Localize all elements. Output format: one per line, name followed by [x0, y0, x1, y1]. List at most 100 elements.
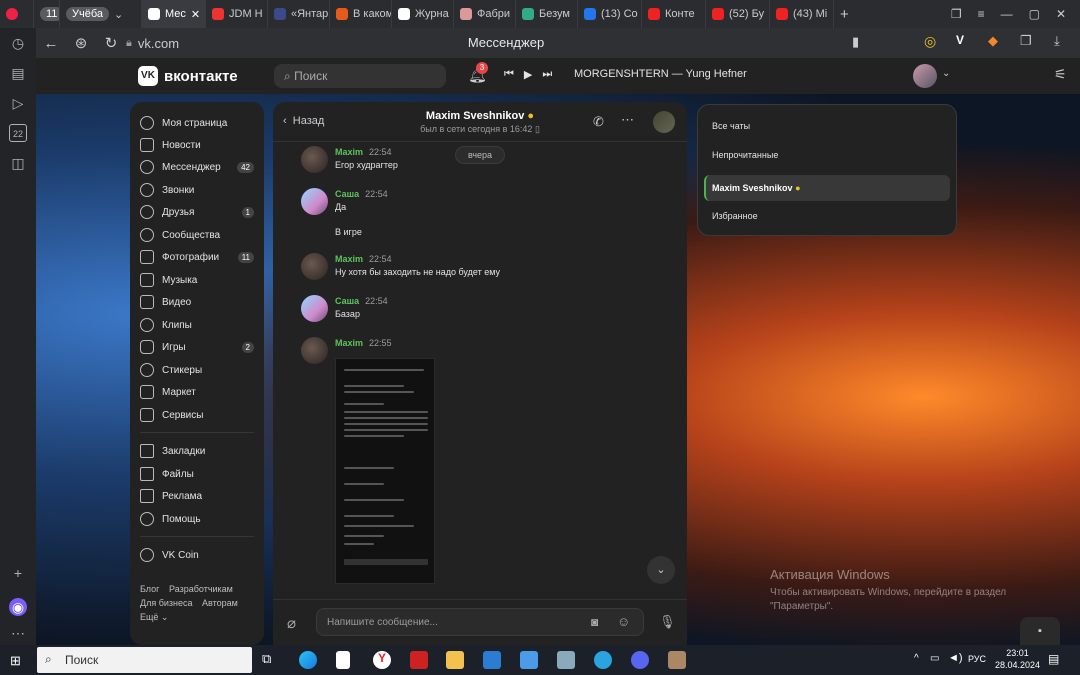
tab-item[interactable]: Журна [392, 0, 454, 28]
file-icon[interactable] [336, 651, 350, 669]
camera-icon[interactable]: ◙ [591, 615, 598, 629]
mail-icon[interactable] [483, 651, 501, 669]
settings-sliders-icon[interactable]: ⚟ [1054, 66, 1067, 83]
app-icon[interactable] [410, 651, 428, 669]
filter-contact-maxim[interactable]: Maxim Sveshnikov ● [712, 183, 801, 193]
menu-item-messenger[interactable]: Мессенджер 42 [140, 160, 254, 174]
photos-app-icon[interactable] [557, 651, 575, 669]
emoji-icon[interactable]: ☺ [617, 614, 630, 629]
avatar[interactable] [301, 146, 328, 173]
footer-link-authors[interactable]: Авторам [202, 598, 238, 608]
task-view-icon[interactable]: ⧉ [262, 651, 280, 669]
vk-logo[interactable]: VK вконтакте [138, 66, 238, 86]
tab-item[interactable]: (13) Co [578, 0, 642, 28]
alice-icon[interactable]: ◉ [9, 598, 27, 616]
avatar[interactable] [301, 295, 328, 322]
menu-item-files[interactable]: Файлы [140, 467, 254, 481]
menu-item-photos[interactable]: Фотографии 11 [140, 250, 254, 264]
taskbar-search-input[interactable]: ⌕ Поиск [37, 647, 252, 673]
menu-item-my-page[interactable]: Моя страница [140, 116, 254, 130]
menu-icon[interactable]: ≡ [978, 7, 985, 21]
folder-icon[interactable] [446, 651, 464, 669]
tab-item[interactable]: «Янтар [268, 0, 330, 28]
play-icon[interactable]: ▷ [9, 94, 27, 112]
volume-icon[interactable]: ◄) [948, 652, 963, 664]
next-track-icon[interactable]: ⏭ [542, 68, 552, 81]
menu-item-services[interactable]: Сервисы [140, 408, 254, 422]
minimize-icon[interactable]: — [1001, 7, 1013, 21]
message-author[interactable]: Саша 22:54 [335, 189, 388, 199]
footer-link-devs[interactable]: Разработчикам [169, 584, 233, 594]
avatar[interactable] [301, 337, 328, 364]
now-playing[interactable]: MORGENSHTERN — Yung Hefner [574, 68, 747, 80]
close-window-icon[interactable]: ✕ [1056, 7, 1066, 21]
filter-all-chats[interactable]: Все чаты [712, 121, 750, 131]
yandex-browser-icon[interactable]: Y [373, 651, 391, 669]
avatar[interactable] [301, 253, 328, 280]
menu-item-ads[interactable]: Реклама [140, 489, 254, 503]
menu-item-games[interactable]: Игры 2 [140, 340, 254, 354]
menu-item-market[interactable]: Маркет [140, 385, 254, 399]
new-tab-button[interactable]: + [834, 0, 864, 28]
tray-chevron-up-icon[interactable]: ^ [914, 653, 919, 664]
fox-extension-icon[interactable]: ◆ [988, 33, 998, 49]
menu-item-friends[interactable]: Друзья 1 [140, 205, 254, 219]
message-author[interactable]: Maxim 22:54 [335, 147, 392, 157]
battery-icon[interactable]: ▭ [930, 653, 939, 664]
calendar-icon[interactable]: 22 [9, 124, 27, 142]
download-icon[interactable]: ⤓ [1054, 33, 1060, 49]
footer-link-blog[interactable]: Блог [140, 584, 159, 594]
vk-extension-icon[interactable]: V [956, 33, 964, 47]
telegram-icon[interactable] [594, 651, 612, 669]
system-clock[interactable]: 23:01 28.04.2024 [995, 647, 1040, 671]
tab-item[interactable]: Фабри [454, 0, 516, 28]
chat-bubble-icon[interactable]: ▪ [1020, 617, 1060, 645]
footer-link-more[interactable]: Ещё ⌄ [140, 612, 168, 623]
edge-icon[interactable] [299, 651, 317, 669]
tabs-icon[interactable]: ❐ [951, 7, 962, 21]
windows-start-icon[interactable]: ⊞ [10, 653, 21, 669]
notifications-icon[interactable]: ▤ [1048, 652, 1059, 666]
message-author[interactable]: Саша 22:54 [335, 296, 388, 306]
more-icon[interactable]: ⋯ [9, 624, 27, 642]
microphone-icon[interactable]: 🎙︎ [659, 614, 676, 630]
discord-icon[interactable] [631, 651, 649, 669]
tab-messenger[interactable]: Мес ✕ [142, 0, 206, 28]
avatar[interactable] [301, 188, 328, 215]
screenshot-attachment[interactable] [335, 358, 435, 584]
tab-item[interactable]: Конте [642, 0, 706, 28]
call-icon[interactable]: ✆ [593, 114, 604, 130]
browser-profile-icon[interactable] [0, 0, 34, 28]
history-icon[interactable]: ◷ [9, 34, 27, 52]
tab-item[interactable]: В каком [330, 0, 392, 28]
scroll-down-button[interactable]: ⌄ [647, 556, 675, 584]
calendar-app-icon[interactable] [520, 651, 538, 669]
menu-item-vk-coin[interactable]: VK Coin [140, 548, 254, 562]
filter-favorites[interactable]: Избранное [712, 211, 758, 221]
prev-track-icon[interactable]: ⏮ [504, 68, 514, 81]
menu-item-music[interactable]: Музыка [140, 273, 254, 287]
avatar[interactable] [653, 111, 675, 133]
menu-item-news[interactable]: Новости [140, 138, 254, 152]
extensions-icon[interactable]: ◎ [924, 33, 936, 50]
menu-item-help[interactable]: Помощь [140, 512, 254, 526]
menu-item-stickers[interactable]: Стикеры [140, 363, 254, 377]
close-icon[interactable]: ✕ [191, 8, 200, 21]
tab-item[interactable]: Безум [516, 0, 578, 28]
game-app-icon[interactable] [668, 651, 686, 669]
camera-icon[interactable]: ◫ [9, 154, 27, 172]
collections-icon[interactable]: ▤ [9, 64, 27, 82]
tab-group-pill[interactable]: 11 [34, 0, 60, 28]
menu-item-video[interactable]: Видео [140, 295, 254, 309]
search-input[interactable]: ⌕ Поиск [274, 64, 446, 88]
menu-item-clips[interactable]: Клипы [140, 318, 254, 332]
notifications-bell-icon[interactable]: 🔔︎ 3 [468, 62, 488, 84]
chevron-down-icon[interactable]: ⌄ [942, 68, 950, 79]
menu-item-bookmarks[interactable]: Закладки [140, 444, 254, 458]
tab-item[interactable]: JDM Н [206, 0, 268, 28]
footer-link-business[interactable]: Для бизнеса [140, 598, 193, 608]
menu-item-communities[interactable]: Сообщества [140, 228, 254, 242]
add-icon[interactable]: + [9, 564, 27, 582]
copy-icon[interactable]: ❐ [1020, 33, 1032, 49]
more-options-icon[interactable]: ⋯ [621, 112, 634, 128]
